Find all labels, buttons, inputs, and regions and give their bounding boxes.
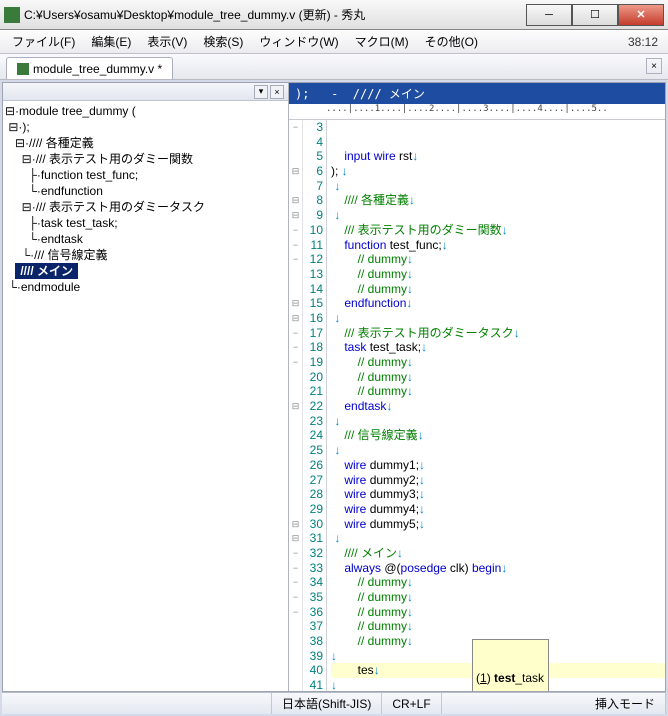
- autocomplete-popup[interactable]: (1) test_task (2) test_func: [472, 639, 549, 691]
- tree-node[interactable]: └·endmodule: [5, 279, 286, 295]
- tree-node[interactable]: └·/// 信号線定義: [5, 247, 286, 263]
- menu-window[interactable]: ウィンドウ(W): [251, 30, 346, 53]
- menubar: ファイル(F) 編集(E) 表示(V) 検索(S) ウィンドウ(W) マクロ(M…: [0, 30, 668, 54]
- editor[interactable]: − ⊟⊟ ⊟−− − ⊟⊟− −− ⊟ ⊟⊟− −−− − 3456789101…: [289, 120, 665, 691]
- menu-macro[interactable]: マクロ(M): [347, 30, 417, 53]
- minimize-button[interactable]: ─: [526, 4, 572, 26]
- tree-node-selected[interactable]: //// メイン: [15, 263, 78, 279]
- tab-bar: module_tree_dummy.v * ×: [0, 54, 668, 80]
- autocomplete-item[interactable]: (1) test_task: [476, 671, 545, 686]
- tab-close-button[interactable]: ×: [646, 58, 662, 74]
- outline-tree[interactable]: ⊟·module tree_dummy ( ⊟·); ⊟·//// 各種定義 ⊟…: [3, 101, 288, 691]
- outline-pane: ▾ × ⊟·module tree_dummy ( ⊟·); ⊟·//// 各種…: [3, 83, 289, 691]
- tree-node[interactable]: ⊟·);: [5, 119, 286, 135]
- menu-search[interactable]: 検索(S): [195, 30, 251, 53]
- tree-node[interactable]: ⊟·/// 表示テスト用のダミータスク: [5, 199, 286, 215]
- fold-column[interactable]: − ⊟⊟ ⊟−− − ⊟⊟− −− ⊟ ⊟⊟− −−− −: [289, 120, 303, 691]
- menu-other[interactable]: その他(O): [417, 30, 486, 53]
- tree-node[interactable]: └·endtask: [5, 231, 286, 247]
- menu-file[interactable]: ファイル(F): [4, 30, 83, 53]
- menu-view[interactable]: 表示(V): [139, 30, 195, 53]
- status-bar: 日本語(Shift-JIS) CR+LF 挿入モード: [2, 692, 666, 714]
- titlebar[interactable]: C:¥Users¥osamu¥Desktop¥module_tree_dummy…: [0, 0, 668, 30]
- tree-node[interactable]: └·endfunction: [5, 183, 286, 199]
- window-title: C:¥Users¥osamu¥Desktop¥module_tree_dummy…: [24, 6, 526, 23]
- status-mode: 挿入モード: [585, 693, 666, 714]
- context-bar: ); - //// メイン: [289, 83, 665, 104]
- file-icon: [17, 63, 29, 75]
- tree-node[interactable]: ⊟·//// 各種定義: [5, 135, 286, 151]
- tree-node[interactable]: ├·task test_task;: [5, 215, 286, 231]
- tab-label: module_tree_dummy.v *: [33, 62, 162, 76]
- close-button[interactable]: ✕: [618, 4, 664, 26]
- status-encoding[interactable]: 日本語(Shift-JIS): [272, 693, 382, 714]
- line-gutter: 3456789101112131415161718192021222324252…: [303, 120, 327, 691]
- maximize-button[interactable]: ☐: [572, 4, 618, 26]
- outline-header: ▾ ×: [3, 83, 288, 101]
- status-eol[interactable]: CR+LF: [382, 693, 441, 714]
- menu-edit[interactable]: 編集(E): [83, 30, 139, 53]
- file-tab[interactable]: module_tree_dummy.v *: [6, 57, 173, 79]
- outline-dropdown-button[interactable]: ▾: [254, 85, 268, 99]
- tree-node[interactable]: ├·function test_func;: [5, 167, 286, 183]
- outline-close-button[interactable]: ×: [270, 85, 284, 99]
- line-col-indicator: 38:12: [628, 35, 664, 49]
- app-icon: [4, 7, 20, 23]
- code-area[interactable]: input wire rst↓); ↓ ↓ //// 各種定義↓ ↓ /// 表…: [327, 120, 665, 691]
- tree-node[interactable]: ⊟·module tree_dummy (: [5, 103, 286, 119]
- tree-node[interactable]: ⊟·/// 表示テスト用のダミー関数: [5, 151, 286, 167]
- ruler: ....|....1....|....2....|....3....|....4…: [289, 104, 665, 120]
